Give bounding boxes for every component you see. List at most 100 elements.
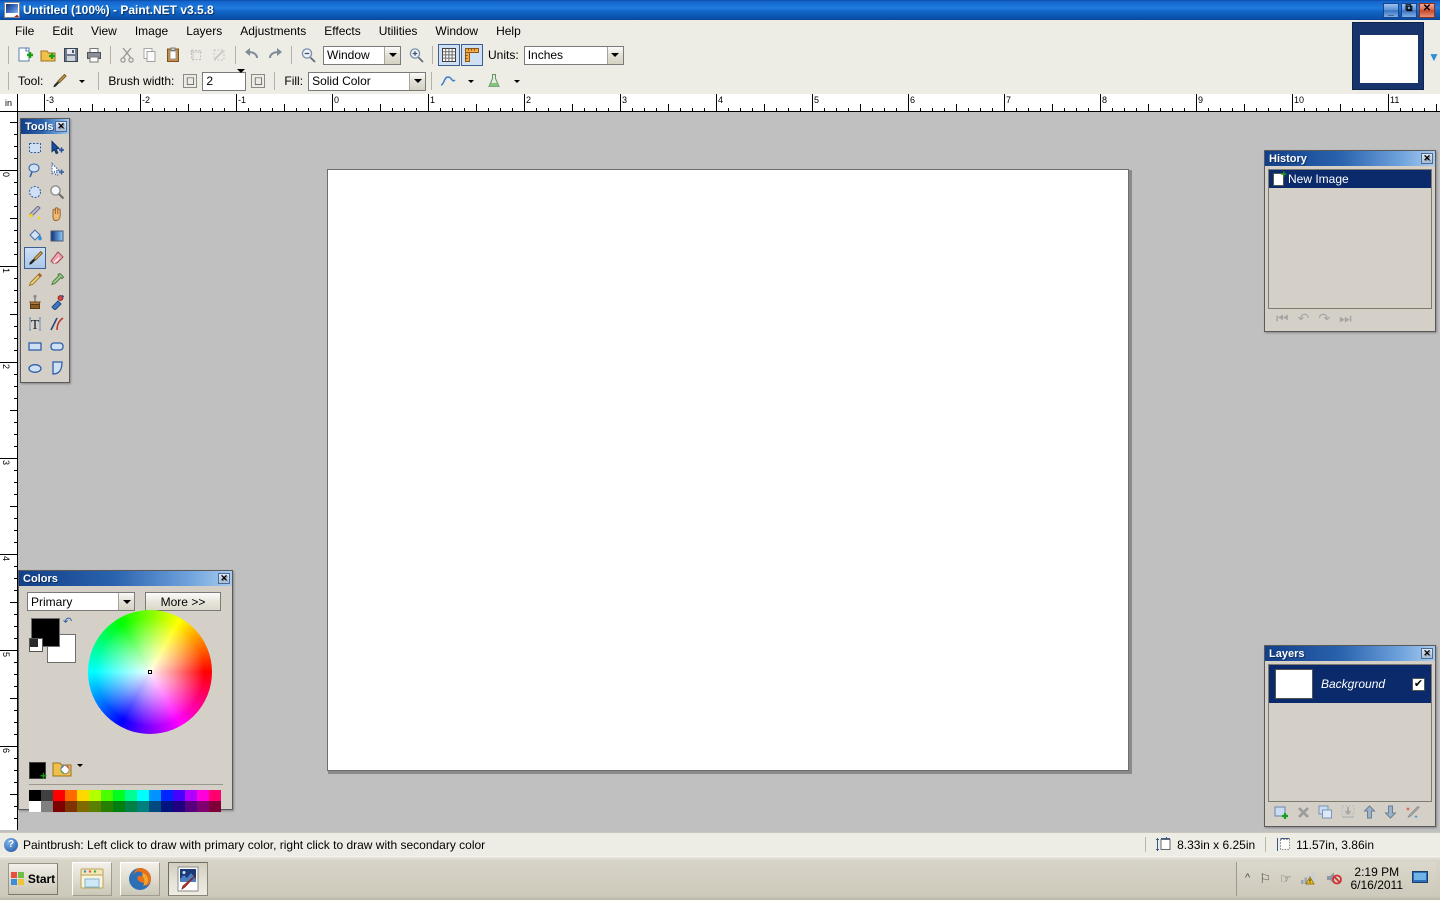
- add-layer-button[interactable]: [1274, 805, 1289, 822]
- rectangle-tool[interactable]: [24, 335, 46, 357]
- color-swatch[interactable]: [41, 790, 53, 801]
- blend-mode-dropdown-button[interactable]: [506, 70, 528, 92]
- text-tool[interactable]: T: [24, 313, 46, 335]
- paintbrush-tool[interactable]: [24, 247, 46, 269]
- delete-layer-button[interactable]: [1297, 806, 1310, 821]
- paint-bucket-tool[interactable]: [24, 225, 46, 247]
- history-undo-button[interactable]: ↶: [1298, 311, 1310, 325]
- color-swatch[interactable]: [65, 790, 77, 801]
- thumbnail-scroll-icon[interactable]: ▼: [1428, 50, 1440, 64]
- menu-edit[interactable]: Edit: [43, 21, 82, 41]
- toggle-grid-button[interactable]: [438, 44, 460, 66]
- new-image-button[interactable]: [14, 44, 36, 66]
- history-rewind-button[interactable]: ⏮: [1276, 311, 1289, 325]
- rectangle-select-tool[interactable]: [24, 137, 46, 159]
- layer-visibility-checkbox[interactable]: ✔: [1412, 677, 1425, 691]
- close-button[interactable]: ✕: [1419, 2, 1435, 18]
- color-swatch[interactable]: [161, 801, 173, 812]
- print-image-button[interactable]: [83, 44, 105, 66]
- move-layer-down-button[interactable]: [1384, 805, 1397, 821]
- horizontal-ruler[interactable]: -3 -2 -1 0 1 2 3 4 5 6 7 8 9 10 11: [18, 94, 1440, 112]
- copy-button[interactable]: [139, 44, 161, 66]
- color-swatch[interactable]: [149, 790, 161, 801]
- tools-palette-close-button[interactable]: ✕: [55, 121, 67, 132]
- clone-stamp-tool[interactable]: [24, 291, 46, 313]
- chevron-down-icon[interactable]: [409, 72, 426, 90]
- menu-layers[interactable]: Layers: [177, 21, 231, 41]
- color-swatch[interactable]: [89, 790, 101, 801]
- color-swatch[interactable]: [137, 801, 149, 812]
- colors-palette-titlebar[interactable]: Colors ✕: [19, 571, 232, 586]
- eraser-tool[interactable]: [46, 247, 68, 269]
- duplicate-layer-button[interactable]: [1318, 805, 1333, 822]
- zoom-level-combo[interactable]: Window: [323, 45, 401, 65]
- image-canvas[interactable]: [327, 169, 1129, 771]
- color-swatch[interactable]: [77, 801, 89, 812]
- brush-width-decrement-button[interactable]: ◻: [183, 74, 198, 88]
- image-thumbnail-strip[interactable]: [1352, 22, 1424, 90]
- menu-help[interactable]: Help: [487, 21, 530, 41]
- menu-effects[interactable]: Effects: [315, 21, 369, 41]
- color-channel-combo[interactable]: Primary: [27, 592, 135, 611]
- history-redo-button[interactable]: ↷: [1318, 311, 1330, 325]
- color-swatch[interactable]: [185, 801, 197, 812]
- help-question-icon[interactable]: ?: [4, 837, 18, 852]
- color-swatch[interactable]: [53, 801, 65, 812]
- chevron-down-icon[interactable]: [384, 46, 400, 64]
- line-curve-tool[interactable]: [46, 313, 68, 335]
- merge-layer-down-button[interactable]: [1341, 805, 1355, 821]
- color-swatch[interactable]: [173, 801, 185, 812]
- freeform-shape-tool[interactable]: [46, 357, 68, 379]
- brush-width-increment-button[interactable]: ◻: [251, 74, 266, 88]
- zoom-out-button[interactable]: [297, 44, 319, 66]
- rounded-rectangle-tool[interactable]: [46, 335, 68, 357]
- color-swatch[interactable]: [53, 790, 65, 801]
- color-swatch[interactable]: [209, 801, 221, 812]
- color-swatch[interactable]: [29, 790, 41, 801]
- add-palette-color-icon[interactable]: [29, 762, 47, 783]
- layers-palette-titlebar[interactable]: Layers ✕: [1265, 646, 1435, 661]
- chevron-down-icon[interactable]: [606, 46, 623, 64]
- gradient-tool[interactable]: [46, 225, 68, 247]
- deselect-all-button[interactable]: [208, 44, 230, 66]
- tools-palette-titlebar[interactable]: Tools ✕: [21, 119, 69, 134]
- history-list[interactable]: New Image: [1268, 169, 1432, 309]
- layer-item[interactable]: Background ✔: [1269, 665, 1431, 703]
- units-combo[interactable]: Inches: [523, 45, 624, 65]
- color-swatch[interactable]: [209, 790, 221, 801]
- swap-colors-icon[interactable]: ↶: [63, 615, 75, 628]
- color-swatch[interactable]: [185, 790, 197, 801]
- color-swatch[interactable]: [89, 801, 101, 812]
- history-fastforward-button[interactable]: ⏭: [1339, 311, 1352, 325]
- image-thumbnail[interactable]: [1360, 35, 1418, 83]
- layers-palette-close-button[interactable]: ✕: [1421, 648, 1433, 659]
- color-swatch[interactable]: [125, 790, 137, 801]
- menu-window[interactable]: Window: [426, 21, 487, 41]
- colors-palette-close-button[interactable]: ✕: [218, 573, 230, 584]
- fill-style-combo[interactable]: Solid Color: [308, 71, 427, 91]
- open-palette-icon[interactable]: [52, 760, 72, 778]
- menu-image[interactable]: Image: [126, 21, 177, 41]
- color-swatch[interactable]: [101, 790, 113, 801]
- menu-utilities[interactable]: Utilities: [370, 21, 427, 41]
- vertical-ruler[interactable]: 0 1 2 3 4 5 6: [0, 112, 18, 830]
- more-colors-button[interactable]: More >>: [145, 592, 221, 611]
- toggle-rulers-button[interactable]: [461, 44, 483, 66]
- show-desktop-icon[interactable]: [1412, 871, 1428, 886]
- blend-mode-button[interactable]: [483, 70, 505, 92]
- color-picker-tool[interactable]: [46, 269, 68, 291]
- ellipse-select-tool[interactable]: [24, 181, 46, 203]
- taskbar-clock[interactable]: 2:19 PM 6/16/2011: [1351, 865, 1404, 892]
- palette-dropdown-icon[interactable]: [77, 764, 83, 779]
- magic-wand-tool[interactable]: [24, 203, 46, 225]
- color-swatch[interactable]: [77, 790, 89, 801]
- menu-file[interactable]: File: [6, 21, 43, 41]
- tool-dropdown-button[interactable]: [71, 70, 93, 92]
- color-swatch[interactable]: [29, 801, 41, 812]
- taskbar-firefox-button[interactable]: [120, 861, 160, 896]
- history-palette-close-button[interactable]: ✕: [1421, 153, 1433, 164]
- network-warning-icon[interactable]: [1300, 871, 1317, 887]
- color-swatch[interactable]: [65, 801, 77, 812]
- color-swatch[interactable]: [197, 801, 209, 812]
- antialiasing-button[interactable]: [437, 70, 459, 92]
